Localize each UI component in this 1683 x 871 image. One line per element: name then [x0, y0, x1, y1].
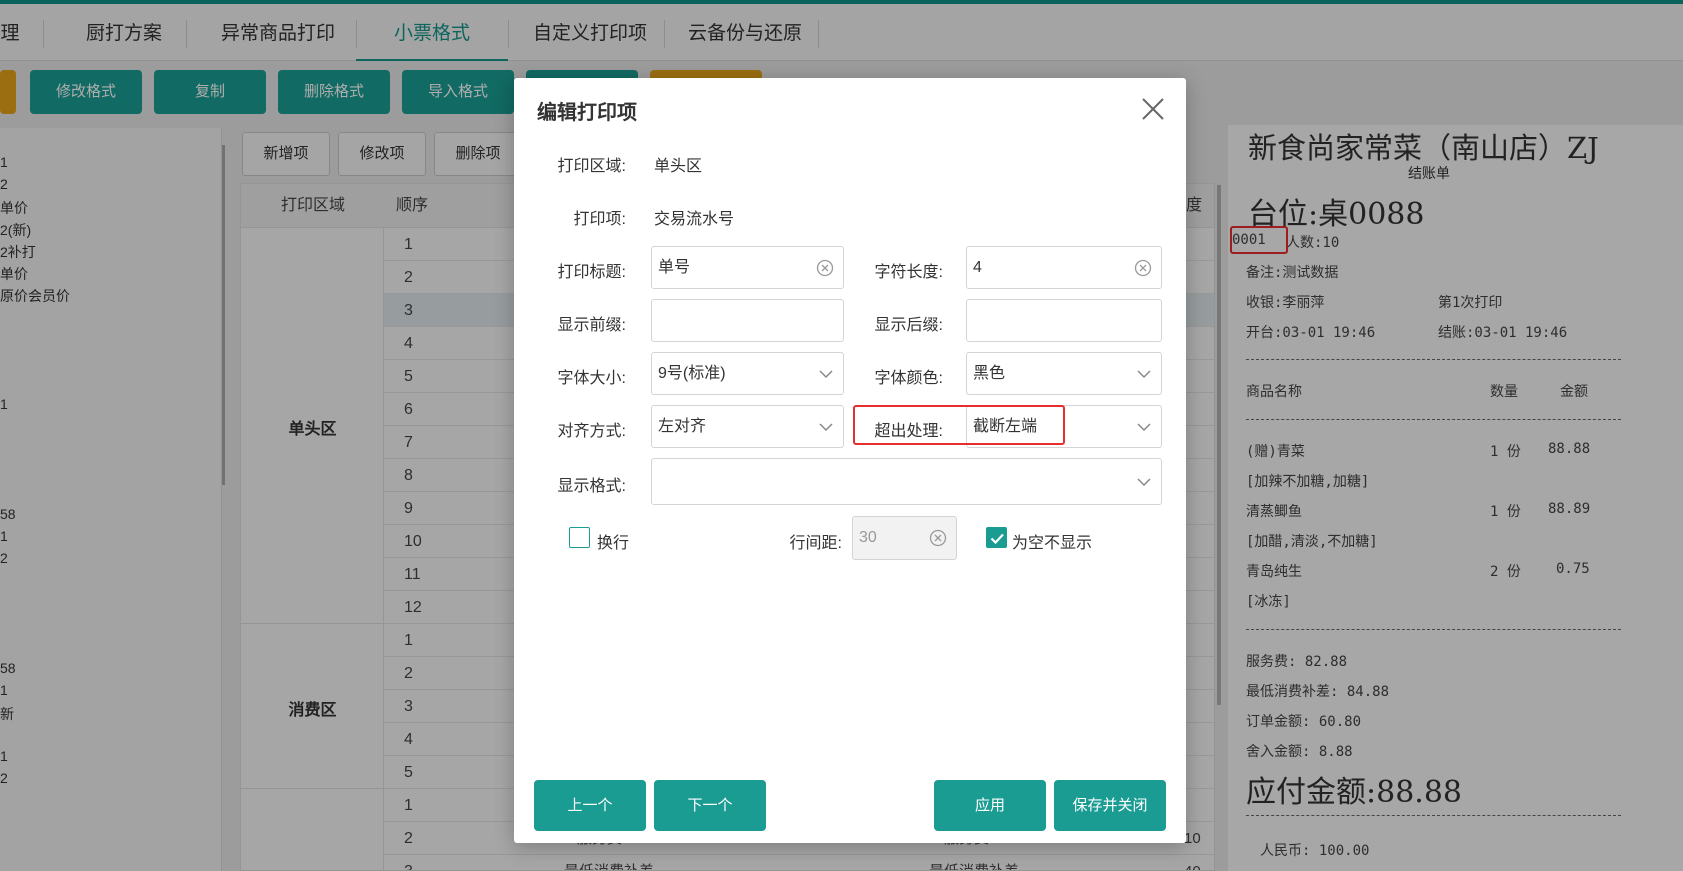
close-icon[interactable]	[1136, 92, 1170, 126]
align-select[interactable]: 左对齐	[651, 405, 844, 448]
line-spacing-input[interactable]: 30	[852, 516, 957, 560]
length-label: 字符长度:	[874, 264, 943, 281]
item-label: 打印项:	[573, 211, 626, 228]
length-input-value: 4	[973, 259, 982, 276]
line-spacing-label: 行间距:	[789, 535, 842, 552]
apply-button[interactable]: 应用	[934, 780, 1046, 831]
wrap-checkbox[interactable]	[569, 527, 590, 548]
prev-button[interactable]: 上一个	[534, 780, 646, 831]
font-color-label: 字体颜色:	[874, 370, 943, 387]
prefix-input[interactable]	[651, 299, 844, 342]
display-format-select[interactable]	[651, 458, 1162, 505]
hide-empty-checkbox[interactable]	[986, 527, 1007, 548]
next-button[interactable]: 下一个	[654, 780, 766, 831]
display-format-label: 显示格式:	[557, 478, 626, 495]
item-value: 交易流水号	[654, 211, 735, 228]
title-input[interactable]: 单号	[651, 246, 844, 289]
hide-empty-label: 为空不显示	[1012, 535, 1093, 552]
font-size-label: 字体大小:	[557, 370, 626, 387]
prefix-label: 显示前缀:	[557, 317, 626, 334]
clear-icon[interactable]	[816, 259, 834, 277]
font-size-value: 9号(标准)	[658, 365, 726, 382]
suffix-label: 显示后缀:	[874, 317, 943, 334]
clear-icon[interactable]	[1134, 259, 1152, 277]
font-color-select[interactable]: 黑色	[966, 352, 1162, 395]
chevron-down-icon	[1136, 367, 1152, 381]
area-label: 打印区域:	[557, 158, 626, 175]
chevron-down-icon	[818, 367, 834, 381]
area-value: 单头区	[654, 158, 703, 175]
align-value: 左对齐	[658, 418, 707, 435]
length-input[interactable]: 4	[966, 246, 1162, 289]
chevron-down-icon	[1136, 420, 1152, 434]
title-input-value: 单号	[658, 259, 691, 276]
chevron-down-icon	[1136, 475, 1152, 489]
edit-print-item-dialog: 编辑打印项 打印区域: 单头区 打印项: 交易流水号 打印标题: 单号 字符长度…	[514, 78, 1186, 843]
clear-icon[interactable]	[929, 529, 947, 547]
dialog-title: 编辑打印项	[537, 102, 637, 124]
font-size-select[interactable]: 9号(标准)	[651, 352, 844, 395]
chevron-down-icon	[818, 420, 834, 434]
suffix-input[interactable]	[966, 299, 1162, 342]
wrap-label: 换行	[597, 535, 630, 552]
title-label: 打印标题:	[557, 264, 626, 281]
font-color-value: 黑色	[973, 365, 1006, 382]
check-icon	[990, 533, 1004, 545]
align-label: 对齐方式:	[557, 423, 626, 440]
line-spacing-value: 30	[859, 529, 877, 546]
save-close-button[interactable]: 保存并关闭	[1054, 780, 1166, 831]
overflow-highlight-box	[853, 405, 1065, 445]
